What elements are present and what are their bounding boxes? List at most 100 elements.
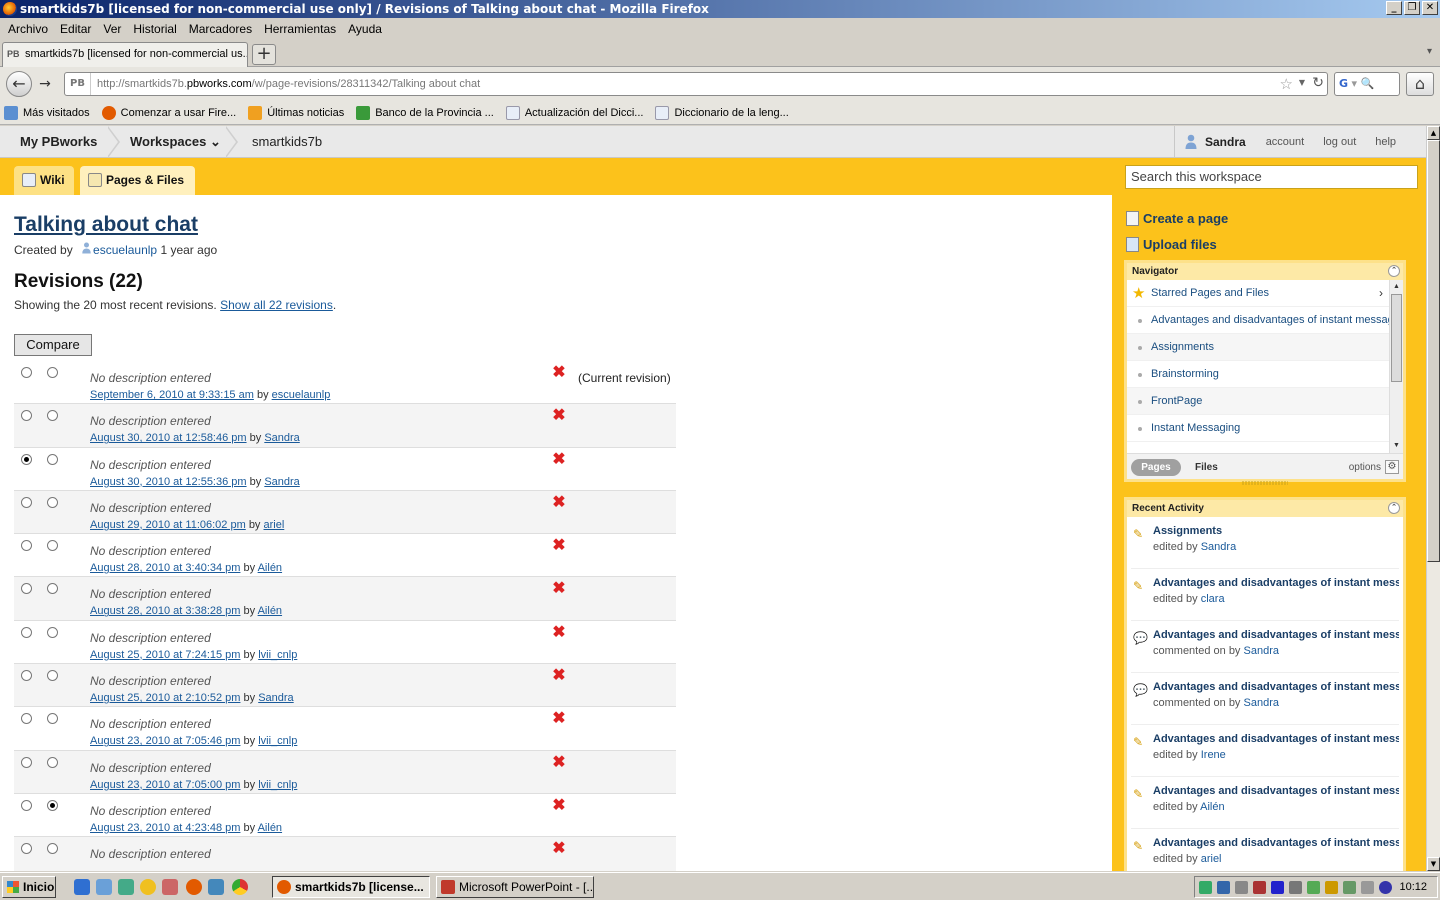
revision-to-radio[interactable] (47, 626, 58, 638)
revision-from-radio[interactable] (21, 756, 32, 768)
menu-ayuda[interactable]: Ayuda (344, 22, 390, 36)
revision-to-radio[interactable] (47, 756, 58, 768)
starred-pages-item[interactable]: ★ Starred Pages and Files › (1127, 280, 1389, 307)
site-identity-badge[interactable]: PB (65, 73, 91, 95)
revision-user-link[interactable]: Ailén (258, 822, 282, 834)
activity-page-link[interactable]: Advantages and disadvantages of instant … (1153, 681, 1399, 693)
revision-to-radio[interactable] (47, 583, 58, 595)
account-link[interactable]: account (1266, 136, 1305, 148)
revision-from-radio[interactable] (21, 799, 32, 811)
navigator-scrollbar[interactable]: ▲ ▼ (1389, 280, 1403, 453)
revision-from-radio[interactable] (21, 583, 32, 595)
firefox-icon[interactable] (186, 879, 202, 895)
navigator-page-item[interactable]: FrontPage (1127, 388, 1389, 415)
activity-user-link[interactable]: ariel (1201, 853, 1222, 865)
delete-revision-icon[interactable]: ✖ (552, 668, 566, 684)
ie-icon[interactable] (74, 879, 90, 895)
navigator-page-item[interactable]: Instant Messaging (1127, 415, 1389, 442)
activity-page-link[interactable]: Assignments (1153, 525, 1399, 537)
revision-user-link[interactable]: lvii_cnlp (258, 649, 297, 661)
tab-wiki[interactable]: Wiki (14, 166, 74, 195)
revision-from-radio[interactable] (21, 540, 32, 552)
collapse-icon[interactable]: ⌃ (1388, 502, 1400, 514)
revision-date-link[interactable]: August 28, 2010 at 3:40:34 pm (90, 562, 240, 574)
scroll-down-icon[interactable]: ▼ (1391, 440, 1402, 452)
revision-to-radio[interactable] (47, 843, 58, 855)
revision-to-radio[interactable] (47, 713, 58, 725)
activity-user-link[interactable]: clara (1201, 593, 1225, 605)
restore-icon[interactable]: ❐ (1404, 1, 1420, 15)
activity-page-link[interactable]: Advantages and disadvantages of instant … (1153, 577, 1399, 589)
menu-historial[interactable]: Historial (129, 22, 184, 36)
resize-grip-icon[interactable] (1242, 480, 1288, 486)
bookmark-comenzar-firefox[interactable]: Comenzar a usar Fire... (101, 105, 236, 120)
upload-files-link[interactable]: Upload files (1126, 237, 1217, 252)
bookmark-banco-provincia[interactable]: Banco de la Provincia ... (356, 105, 494, 120)
revision-user-link[interactable]: lvii_cnlp (258, 779, 297, 791)
revision-user-link[interactable]: escuelaunlp (272, 389, 331, 401)
tab-list-chevron-icon[interactable]: ▾ (1427, 46, 1432, 57)
help-link[interactable]: help (1375, 136, 1396, 148)
scroll-down-icon[interactable]: ▼ (1427, 857, 1440, 871)
url-dropdown-icon[interactable]: ▼ (1299, 78, 1305, 87)
activity-page-link[interactable]: Advantages and disadvantages of instant … (1153, 733, 1399, 745)
workspaces-menu[interactable]: Workspaces ⌄ (130, 126, 221, 157)
menu-marcadores[interactable]: Marcadores (185, 22, 260, 36)
workspace-search-input[interactable]: Search this workspace (1125, 165, 1418, 189)
menu-ver[interactable]: Ver (99, 22, 129, 36)
activity-user-link[interactable]: Irene (1201, 749, 1226, 761)
revision-to-radio[interactable] (47, 540, 58, 552)
tray-icon[interactable] (1253, 881, 1266, 894)
scroll-up-icon[interactable]: ▲ (1427, 126, 1440, 140)
chrome-icon[interactable] (232, 879, 248, 895)
scroll-thumb[interactable] (1391, 294, 1402, 382)
reload-icon[interactable]: ↻ (1312, 75, 1324, 91)
minimize-icon[interactable]: _ (1386, 1, 1402, 15)
activity-page-link[interactable]: Advantages and disadvantages of instant … (1153, 785, 1399, 797)
forward-button[interactable]: → (34, 75, 56, 95)
bookmark-mas-visitados[interactable]: Más visitados (4, 105, 90, 120)
picasa-icon[interactable] (118, 879, 134, 895)
revision-to-radio[interactable] (47, 410, 58, 422)
menu-archivo[interactable]: Archivo (4, 22, 56, 36)
show-all-revisions-link[interactable]: Show all 22 revisions (220, 298, 333, 312)
delete-revision-icon[interactable]: ✖ (552, 365, 566, 381)
revision-from-radio[interactable] (21, 670, 32, 682)
tab-pages-files[interactable]: Pages & Files (80, 166, 195, 195)
taskbar-powerpoint-window[interactable]: Microsoft PowerPoint - [... (436, 876, 594, 898)
close-icon[interactable]: ✕ (1422, 1, 1438, 15)
page-title[interactable]: Talking about chat (14, 213, 198, 237)
revision-date-link[interactable]: September 6, 2010 at 9:33:15 am (90, 389, 254, 401)
revision-from-radio[interactable] (21, 713, 32, 725)
revision-user-link[interactable]: Sandra (264, 432, 299, 444)
creator-link[interactable]: escuelaunlp (93, 243, 157, 257)
delete-revision-icon[interactable]: ✖ (552, 408, 566, 424)
menu-editar[interactable]: Editar (56, 22, 99, 36)
gear-icon[interactable]: ⚙ (1385, 460, 1399, 474)
delete-revision-icon[interactable]: ✖ (552, 451, 566, 467)
activity-user-link[interactable]: Sandra (1201, 541, 1236, 553)
revision-to-radio[interactable] (47, 453, 58, 465)
home-button[interactable]: ⌂ (1406, 72, 1434, 96)
revision-user-link[interactable]: Sandra (264, 476, 299, 488)
user-name[interactable]: Sandra (1205, 135, 1246, 149)
revision-date-link[interactable]: August 30, 2010 at 12:55:36 pm (90, 476, 247, 488)
revision-date-link[interactable]: August 29, 2010 at 11:06:02 pm (90, 519, 246, 531)
revision-date-link[interactable]: August 23, 2010 at 7:05:46 pm (90, 735, 240, 747)
revision-user-link[interactable]: Ailén (258, 562, 282, 574)
activity-user-link[interactable]: Sandra (1244, 697, 1279, 709)
activity-page-link[interactable]: Advantages and disadvantages of instant … (1153, 837, 1399, 849)
options-link[interactable]: options (1349, 459, 1381, 476)
navigator-page-item[interactable]: Advantages and disadvantages of instant … (1127, 307, 1389, 334)
navigator-page-item[interactable]: Brainstorming (1127, 361, 1389, 388)
outlook-icon[interactable] (96, 879, 112, 895)
volume-icon[interactable] (1361, 881, 1374, 894)
revision-user-link[interactable]: Sandra (258, 692, 293, 704)
delete-revision-icon[interactable]: ✖ (552, 797, 566, 813)
revision-user-link[interactable]: lvii_cnlp (258, 735, 297, 747)
media-icon[interactable] (1271, 881, 1284, 894)
revision-from-radio[interactable] (21, 367, 32, 378)
google-icon[interactable]: G (1339, 77, 1348, 90)
create-page-link[interactable]: Create a page (1126, 211, 1228, 226)
revision-to-radio[interactable] (47, 496, 58, 508)
